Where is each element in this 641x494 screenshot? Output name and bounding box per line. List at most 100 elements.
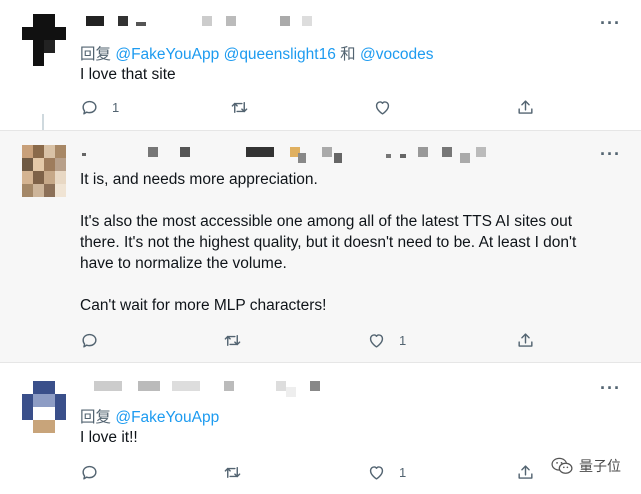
more-options-icon[interactable]: ··· [600,14,621,32]
avatar-pixel [33,53,44,66]
like-button[interactable]: 1 [367,331,406,350]
share-icon [518,333,533,347]
reply-icon [82,333,97,348]
tweet-paragraph: I love that site [80,66,176,83]
avatar-pixel [44,184,55,197]
avatar-pixel [55,53,66,66]
mention-link[interactable]: @FakeYouApp [115,46,219,63]
replying-to: 回复 @FakeYouApp [80,405,219,427]
avatar-pixel [22,407,33,420]
share-button[interactable] [516,463,535,482]
like-count: 1 [399,465,407,480]
avatar-pixel [55,27,66,40]
avatar[interactable] [22,145,66,197]
tweet-paragraph: I love it!! [80,429,138,446]
retweet-button[interactable] [223,463,255,482]
tweet-line: It's also the most accessible one among … [80,213,573,230]
avatar[interactable] [22,381,66,433]
avatar-pixel [22,27,33,40]
avatar-pixel [55,407,66,420]
avatar-pixel [44,145,55,158]
more-options-icon[interactable]: ··· [600,145,621,163]
avatar-pixel [44,420,55,433]
share-button[interactable] [516,98,535,117]
heart-icon [369,334,384,348]
tweet-1[interactable]: ··· 回复 @FakeYouApp @queenslight16 和 @voc… [0,0,641,140]
avatar-pixel [22,158,33,171]
avatar-pixel [33,158,44,171]
avatar-pixel [33,27,44,40]
retweet-icon [224,467,241,478]
mention-link[interactable]: @vocodes [360,46,433,63]
avatar-pixel [33,184,44,197]
avatar-pixel [55,145,66,158]
avatar-pixel [55,14,66,27]
like-button[interactable]: 1 [367,463,406,482]
tweet-2[interactable]: ··· It is, and needs more appreciation. … [0,130,641,363]
avatar-pixel [22,184,33,197]
like-button[interactable] [373,98,405,117]
avatar-pixel [33,394,44,407]
replying-to: 回复 @FakeYouApp @queenslight16 和 @vocodes [80,42,433,64]
tweet-actions: 1 [80,98,540,120]
reply-prefix: 回复 [80,46,112,63]
avatar-pixel [33,420,44,433]
avatar-pixel [22,420,33,433]
retweet-button[interactable] [230,98,262,117]
reply-button[interactable]: 1 [80,98,119,117]
avatar-pixel [33,381,44,394]
more-options-icon[interactable]: ··· [600,379,621,397]
avatar-pixel [33,407,44,420]
avatar-pixel [22,171,33,184]
watermark: 量子位 [551,456,621,476]
avatar-pixel [44,171,55,184]
avatar-pixel [44,40,55,53]
avatar-pixel [55,394,66,407]
avatar-pixel [22,381,33,394]
tweet-line: have to normalize the volume. [80,255,287,272]
avatar-pixel [55,381,66,394]
avatar-pixel [22,394,33,407]
avatar-pixel [44,53,55,66]
avatar-pixel [22,40,33,53]
like-count: 1 [399,333,407,348]
share-button[interactable] [516,331,535,350]
share-icon [518,100,533,114]
avatar-pixel [44,394,55,407]
heart-icon [375,101,390,115]
avatar-pixel [44,381,55,394]
mention-link[interactable]: @queenslight16 [224,46,336,63]
heart-icon [369,466,384,480]
avatar-pixel [55,158,66,171]
reply-button[interactable] [80,463,112,482]
share-icon [518,465,533,479]
retweet-icon [231,102,248,113]
avatar-pixel [33,40,44,53]
reply-prefix: 回复 [80,409,112,426]
watermark-text: 量子位 [579,458,621,474]
tweet-text: It is, and needs more appreciation. It's… [80,169,620,337]
reply-button[interactable] [80,331,112,350]
tweet-paragraph: It is, and needs more appreciation. [80,171,318,188]
avatar-pixel [44,14,55,27]
tweet-paragraph: Can't wait for more MLP characters! [80,297,327,314]
avatar-pixel [33,145,44,158]
avatar-pixel [55,420,66,433]
mention-link[interactable]: @FakeYouApp [115,409,219,426]
tweet-actions: 1 [80,463,540,485]
avatar-pixel [55,171,66,184]
retweet-button[interactable] [223,331,255,350]
avatar-pixel [44,158,55,171]
avatar-pixel [22,14,33,27]
avatar-pixel [33,171,44,184]
avatar-pixel [22,53,33,66]
avatar-pixel [55,184,66,197]
reply-icon [82,465,97,480]
reply-count: 1 [112,100,120,115]
retweet-icon [224,335,241,346]
avatar-pixel [55,40,66,53]
avatar-pixel [33,14,44,27]
avatar[interactable] [22,14,66,66]
avatar-pixel [44,27,55,40]
tweet-3[interactable]: ··· 回复 @FakeYouApp I love it!! 1 [0,363,641,494]
